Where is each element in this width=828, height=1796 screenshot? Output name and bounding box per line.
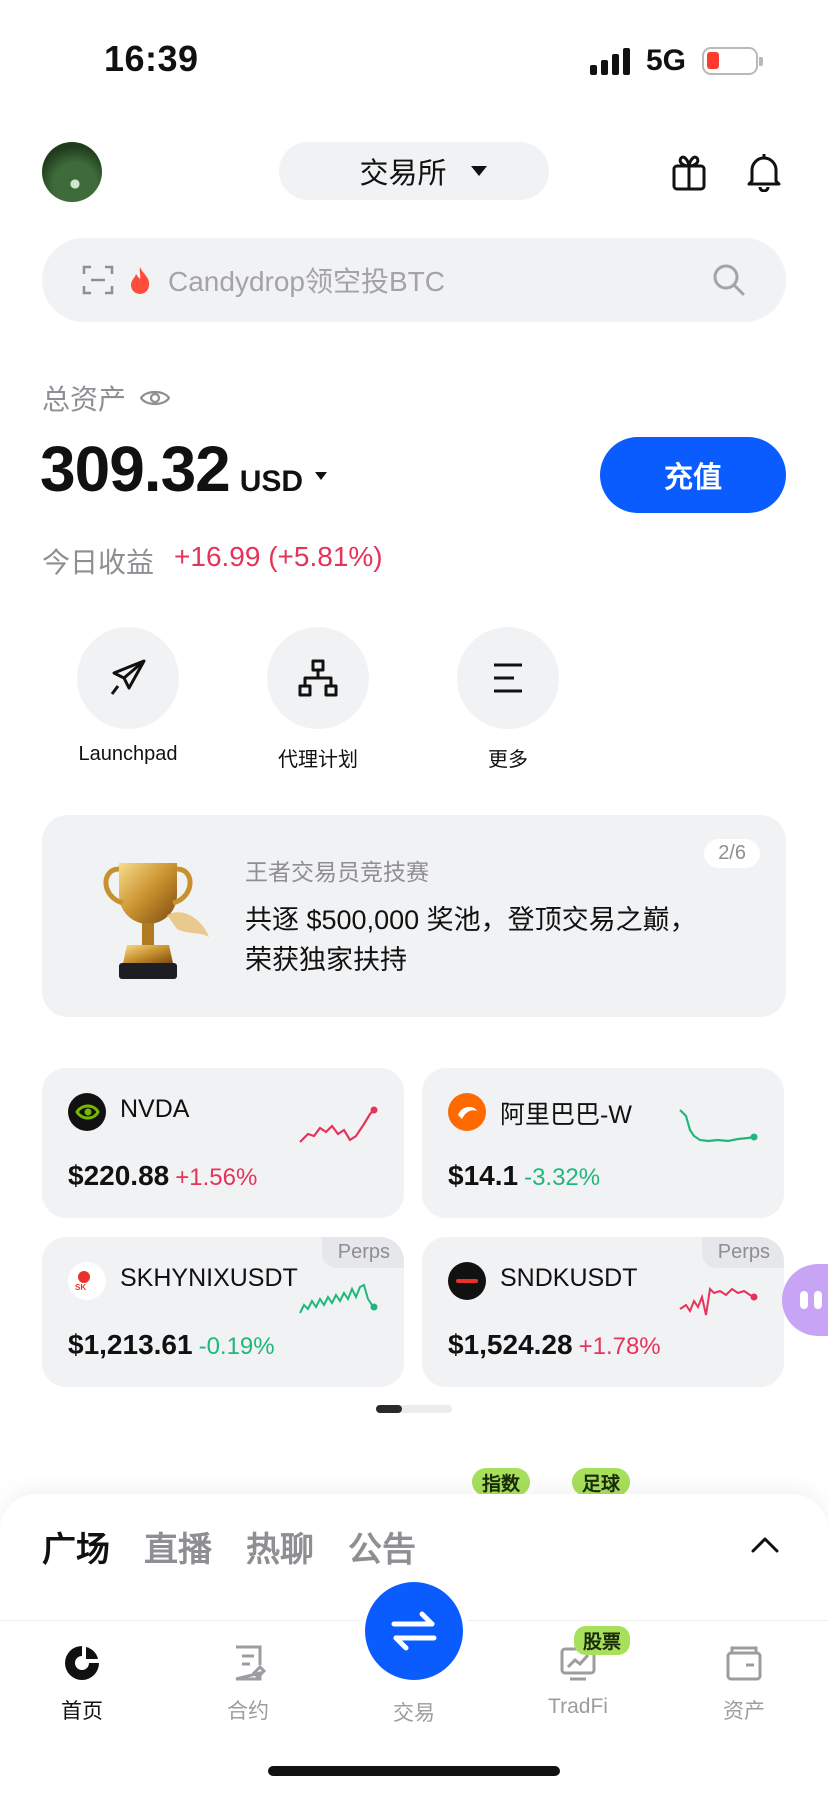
market-price: $14.1 -3.32% bbox=[448, 1160, 601, 1191]
market-change: +1.56% bbox=[175, 1164, 258, 1191]
sandisk-logo-icon bbox=[448, 1262, 486, 1300]
perps-badge: Perps bbox=[321, 1237, 404, 1268]
market-symbol: SKHYNIXUSDT bbox=[120, 1264, 298, 1292]
nav-trade-label: 交易 bbox=[393, 1702, 435, 1725]
nav-contract-label: 合约 bbox=[227, 1700, 269, 1723]
market-change: +1.78% bbox=[578, 1333, 661, 1360]
tag-football[interactable]: 足球 bbox=[572, 1468, 631, 1496]
today-pnl: 今日收益 +16.99 (+5.81%) bbox=[42, 541, 383, 581]
sparkline-chart bbox=[299, 1283, 378, 1314]
sparkline-chart bbox=[299, 1106, 378, 1143]
svg-text:SK: SK bbox=[75, 1283, 86, 1292]
nav-home[interactable]: 首页 bbox=[22, 1643, 142, 1725]
trade-button[interactable] bbox=[365, 1582, 463, 1680]
nav-home-label: 首页 bbox=[61, 1700, 103, 1723]
skhynix-logo-icon: SK bbox=[68, 1262, 106, 1300]
market-price: $1,213.61 -0.19% bbox=[68, 1329, 275, 1360]
market-price: $220.88 +1.56% bbox=[68, 1160, 258, 1191]
tab-square[interactable]: 广场 bbox=[42, 1522, 110, 1571]
exchange-label: 交易所 bbox=[359, 158, 447, 190]
nvidia-logo-icon bbox=[68, 1093, 106, 1131]
swap-arrows-icon bbox=[391, 1611, 437, 1651]
market-change: -3.32% bbox=[524, 1164, 601, 1191]
sparkline-chart bbox=[679, 1286, 758, 1316]
home-icon bbox=[65, 1646, 99, 1680]
tag-index[interactable]: 指数 bbox=[472, 1468, 531, 1496]
org-chart-icon bbox=[298, 659, 338, 697]
market-symbol: NVDA bbox=[120, 1095, 190, 1123]
shortcut-launchpad[interactable]: Launchpad bbox=[58, 627, 198, 766]
nav-assets-label: 资产 bbox=[723, 1700, 765, 1723]
deposit-button[interactable]: 充值 bbox=[600, 437, 786, 513]
today-pnl-label: 今日收益 bbox=[42, 547, 155, 578]
caret-down-icon bbox=[470, 166, 487, 176]
banner-subtitle: 王者交易员竞技赛 bbox=[245, 859, 429, 885]
caret-down-icon[interactable] bbox=[315, 472, 328, 480]
market-change: -0.19% bbox=[198, 1333, 275, 1360]
search-bar[interactable]: Candydrop领空投BTC bbox=[42, 238, 786, 322]
wallet-icon bbox=[726, 1646, 762, 1681]
banner-title: 共逐 $500,000 奖池，登顶交易之巅，荣获独家扶持 bbox=[245, 905, 697, 975]
shortcut-label: 代理计划 bbox=[278, 749, 358, 771]
sparkline-chart bbox=[679, 1109, 758, 1143]
total-balance: 309.32 USD bbox=[40, 432, 328, 506]
banner-page-indicator: 2/6 bbox=[704, 839, 760, 868]
currency-selector[interactable]: USD bbox=[240, 465, 303, 499]
tab-hot-chat[interactable]: 热聊 bbox=[246, 1522, 314, 1571]
shortcut-affiliate[interactable]: 代理计划 bbox=[248, 627, 388, 772]
stock-badge: 股票 bbox=[574, 1626, 631, 1655]
market-symbol: 阿里巴巴-W bbox=[500, 1101, 632, 1129]
battery-icon bbox=[702, 47, 763, 75]
balance-amount: 309.32 bbox=[40, 433, 231, 505]
search-icon[interactable] bbox=[712, 263, 746, 297]
market-card-alibaba[interactable]: 阿里巴巴-W $14.1 -3.32% bbox=[422, 1068, 784, 1218]
tab-live[interactable]: 直播 bbox=[144, 1522, 212, 1571]
alibaba-logo-icon bbox=[448, 1093, 486, 1131]
fire-icon bbox=[131, 267, 150, 294]
shortcut-more[interactable]: 更多 bbox=[438, 627, 578, 772]
total-assets-label: 总资产 bbox=[42, 378, 171, 418]
market-price: $1,524.28 +1.78% bbox=[448, 1329, 661, 1360]
assistant-bot-button[interactable] bbox=[782, 1264, 828, 1336]
contract-icon bbox=[235, 1645, 267, 1681]
bell-icon[interactable] bbox=[746, 152, 782, 192]
exchange-switcher[interactable]: 交易所 bbox=[279, 142, 549, 200]
total-assets-text: 总资产 bbox=[42, 384, 127, 415]
shortcut-label: 更多 bbox=[488, 749, 528, 771]
search-placeholder: Candydrop领空投BTC bbox=[168, 266, 445, 297]
community-tabs: 广场 直播 热聊 公告 bbox=[42, 1522, 416, 1571]
market-symbol: SNDKUSDT bbox=[500, 1264, 638, 1292]
rocket-icon bbox=[110, 659, 146, 695]
avatar[interactable] bbox=[42, 142, 102, 202]
market-card-skhynix[interactable]: Perps SK SKHYNIXUSDT $1,213.61 -0.19% bbox=[42, 1237, 404, 1387]
market-card-nvda[interactable]: NVDA $220.88 +1.56% bbox=[42, 1068, 404, 1218]
carousel-pager bbox=[376, 1405, 452, 1413]
scan-icon[interactable] bbox=[82, 264, 114, 296]
gift-icon[interactable] bbox=[671, 152, 707, 192]
nav-assets[interactable]: 资产 bbox=[684, 1643, 804, 1725]
eye-icon[interactable] bbox=[140, 388, 171, 408]
status-indicators: 5G bbox=[589, 44, 763, 78]
chevron-up-icon[interactable] bbox=[750, 1534, 780, 1554]
network-type: 5G bbox=[645, 44, 686, 77]
home-indicator bbox=[268, 1766, 560, 1776]
promo-banner[interactable]: 王者交易员竞技赛 共逐 $500,000 奖池，登顶交易之巅，荣获独家扶持 2/… bbox=[42, 815, 786, 1017]
perps-badge: Perps bbox=[701, 1237, 784, 1268]
today-pnl-value: +16.99 (+5.81%) bbox=[174, 541, 383, 572]
tab-announcements[interactable]: 公告 bbox=[348, 1522, 416, 1571]
status-time: 16:39 bbox=[104, 38, 199, 79]
menu-icon bbox=[494, 663, 522, 693]
market-card-sndk[interactable]: Perps SNDKUSDT $1,524.28 +1.78% bbox=[422, 1237, 784, 1387]
trophy-icon bbox=[103, 863, 209, 979]
signal-icon bbox=[589, 47, 630, 75]
nav-tradfi-label: TradFi bbox=[548, 1695, 608, 1718]
shortcut-label: Launchpad bbox=[78, 743, 178, 765]
nav-contract[interactable]: 合约 bbox=[188, 1643, 308, 1725]
